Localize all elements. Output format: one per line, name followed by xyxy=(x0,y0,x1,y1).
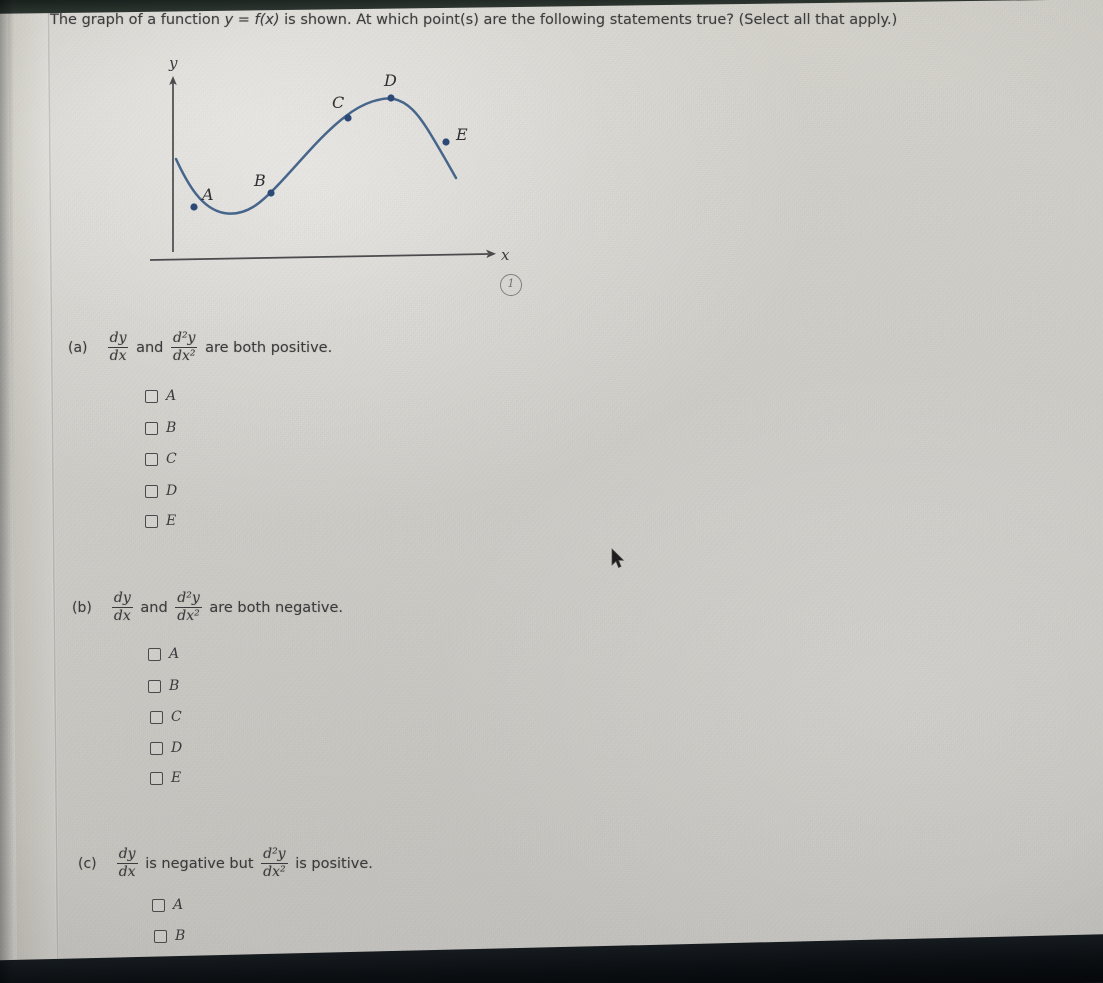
checkbox-icon[interactable] xyxy=(152,898,165,912)
part-a-label: (a) xyxy=(68,339,88,356)
part-b-option-c[interactable]: C xyxy=(150,709,182,725)
part-c-first-num: dy xyxy=(118,846,136,862)
checkbox-icon[interactable] xyxy=(145,389,158,403)
point-a-marker xyxy=(190,203,198,211)
y-axis xyxy=(169,76,177,252)
checkbox-icon[interactable] xyxy=(148,679,161,693)
option-label: B xyxy=(169,678,180,694)
part-b-statement: dy dx and d²y dx² are both negative. xyxy=(109,591,344,623)
paper-fold-shade xyxy=(7,7,60,970)
option-label: D xyxy=(166,483,178,499)
part-a-option-d[interactable]: D xyxy=(145,483,177,499)
point-b-marker xyxy=(267,189,275,197)
checkbox-icon[interactable] xyxy=(148,647,161,661)
curve-points xyxy=(190,94,450,211)
option-label: A xyxy=(169,646,180,662)
part-c-second-derivative: d²y dx² xyxy=(261,846,288,880)
part-a-first-derivative: dy dx xyxy=(107,330,129,364)
graph-svg: y x A B C D E xyxy=(150,54,510,264)
point-c-marker xyxy=(344,114,352,122)
part-a-second-den: dx² xyxy=(170,346,198,364)
option-label: E xyxy=(166,513,177,529)
option-label: D xyxy=(171,740,183,756)
part-b-option-e[interactable]: E xyxy=(150,770,181,786)
part-c-option-b[interactable]: B xyxy=(154,928,185,944)
point-letters: A B C D E xyxy=(200,71,468,204)
screenshot-root: 2024-2025 Academic The graph of a functi… xyxy=(0,0,1103,983)
x-axis xyxy=(150,249,496,261)
point-label-b: B xyxy=(253,171,266,190)
checkbox-icon[interactable] xyxy=(145,514,158,528)
prompt-text-after: is shown. At which point(s) are the foll… xyxy=(284,12,898,28)
paper-fold-crease xyxy=(46,7,60,970)
option-label: A xyxy=(166,388,177,404)
prompt-function: y = f(x) xyxy=(224,12,280,28)
option-label: C xyxy=(171,709,182,725)
part-c-block: (c) dy dx is negative but d²y dx² is pos… xyxy=(78,847,373,881)
part-b-first-num: dy xyxy=(113,590,131,606)
part-b-block: (b) dy dx and d²y dx² are both negative. xyxy=(72,591,344,625)
part-a-first-den: dx xyxy=(107,346,129,364)
part-a-block: (a) dy dx and d²y dx² are both positive. xyxy=(68,331,333,365)
option-label: B xyxy=(175,928,186,944)
part-c-tail: is positive. xyxy=(295,855,373,872)
checkbox-icon[interactable] xyxy=(150,741,163,755)
part-b-option-a[interactable]: A xyxy=(148,646,179,662)
part-a-option-e[interactable]: E xyxy=(145,513,176,529)
part-b-option-d[interactable]: D xyxy=(150,740,182,756)
part-c-first-derivative: dy dx xyxy=(116,846,138,880)
option-label: E xyxy=(171,770,182,786)
x-axis-line xyxy=(150,253,489,261)
part-a-option-a[interactable]: A xyxy=(145,388,176,404)
part-a-tail: are both positive. xyxy=(205,339,333,356)
part-a-second-derivative: d²y dx² xyxy=(170,330,198,364)
checkbox-icon[interactable] xyxy=(145,421,158,435)
part-c-label: (c) xyxy=(78,855,97,872)
prompt-text-before: The graph of a function xyxy=(50,12,220,28)
part-a-first-num: dy xyxy=(109,330,127,346)
part-c-second-den: dx² xyxy=(261,862,288,880)
point-label-a: A xyxy=(200,185,214,204)
function-graph-figure: y x A B C D E 1 xyxy=(150,52,550,302)
checkbox-icon[interactable] xyxy=(150,771,163,785)
part-b-first-den: dx xyxy=(111,606,133,624)
part-b-second-num: d²y xyxy=(177,590,200,606)
point-label-c: C xyxy=(332,93,344,112)
checkbox-icon[interactable] xyxy=(145,484,158,498)
part-a-second-num: d²y xyxy=(172,330,196,346)
y-axis-label: y xyxy=(168,54,178,72)
part-c-statement: dy dx is negative but d²y dx² is positiv… xyxy=(114,847,373,879)
x-axis-label: x xyxy=(501,246,510,264)
part-b-first-derivative: dy dx xyxy=(111,590,133,624)
part-c-second-num: d²y xyxy=(263,846,286,862)
part-b-second-derivative: d²y dx² xyxy=(175,590,202,624)
checkbox-icon[interactable] xyxy=(150,710,163,724)
part-b-second-den: dx² xyxy=(175,606,202,624)
point-label-d: D xyxy=(383,71,397,90)
part-b-tail: are both negative. xyxy=(209,599,344,616)
point-d-marker xyxy=(387,94,395,102)
option-label: C xyxy=(166,451,177,467)
part-b-connector: and xyxy=(140,599,168,616)
part-c-connector: is negative but xyxy=(145,855,254,872)
checkbox-icon[interactable] xyxy=(145,452,158,466)
part-b-option-b[interactable]: B xyxy=(148,678,179,694)
option-label: B xyxy=(166,420,177,436)
function-curve xyxy=(174,97,458,215)
point-label-e: E xyxy=(455,125,468,144)
point-e-marker xyxy=(442,138,450,146)
part-c-option-a[interactable]: A xyxy=(152,897,183,913)
option-label: A xyxy=(173,897,184,913)
part-a-statement: dy dx and d²y dx² are both positive. xyxy=(105,331,333,363)
part-b-label: (b) xyxy=(72,599,92,616)
part-c-first-den: dx xyxy=(116,862,138,880)
question-prompt: The graph of a function y = f(x) is show… xyxy=(50,12,1050,29)
checkbox-icon[interactable] xyxy=(154,929,167,943)
part-a-option-b[interactable]: B xyxy=(145,420,176,436)
part-a-option-c[interactable]: C xyxy=(145,451,177,467)
figure-number-badge: 1 xyxy=(500,274,522,296)
part-a-connector: and xyxy=(136,339,164,356)
